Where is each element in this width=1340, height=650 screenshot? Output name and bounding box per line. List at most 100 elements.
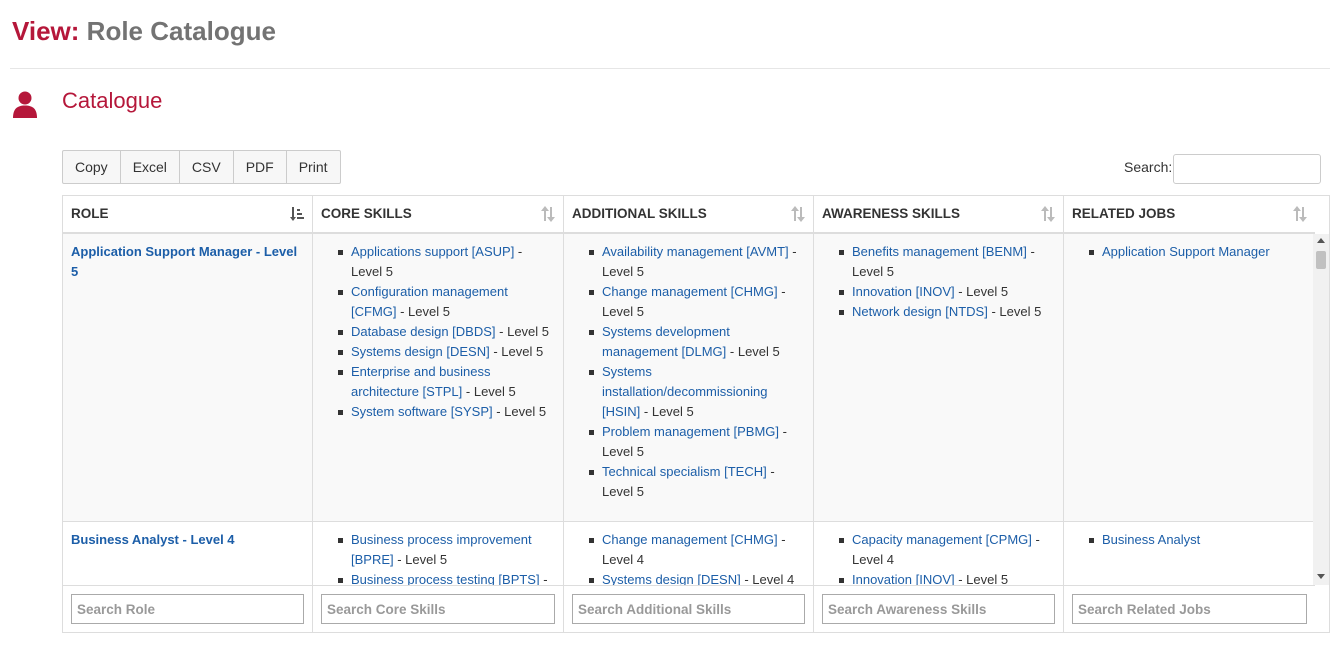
- scroll-down-arrow-icon[interactable]: [1317, 574, 1325, 579]
- column-header-label: RELATED JOBS: [1072, 206, 1176, 221]
- skill-link[interactable]: Availability management [AVMT]: [602, 244, 789, 259]
- role-table: ROLE CORE SKILLS ADDITIONAL SKILLS AWARE…: [62, 195, 1330, 633]
- additional-skills-cell: Availability management [AVMT] - Level 5…: [564, 234, 814, 521]
- skill-link[interactable]: Database design [DBDS]: [351, 324, 496, 339]
- column-header-related-jobs[interactable]: RELATED JOBS: [1064, 196, 1315, 232]
- scroll-thumb[interactable]: [1316, 251, 1326, 269]
- list-item: Applications support [ASUP] - Level 5: [338, 242, 555, 282]
- skill-level: - Level 5: [396, 304, 450, 319]
- list-item: Innovation [INOV] - Level 5: [839, 570, 1055, 585]
- list-item: Systems development management [DLMG] - …: [589, 322, 805, 362]
- skill-level: - Level 5: [462, 384, 516, 399]
- pdf-button[interactable]: PDF: [234, 151, 287, 183]
- role-link[interactable]: Application Support Manager - Level 5: [71, 244, 297, 279]
- list-item: Systems design [DESN] - Level 5: [338, 342, 555, 362]
- search-input[interactable]: [1173, 154, 1321, 184]
- sort-both-icon: [1041, 206, 1055, 222]
- footer-cell: [313, 586, 564, 632]
- skill-level: - Level 5: [495, 324, 550, 339]
- page-title-prefix: View:: [12, 16, 80, 46]
- excel-button[interactable]: Excel: [121, 151, 180, 183]
- table-scrollbar[interactable]: [1313, 234, 1329, 585]
- skill-link[interactable]: Systems design [DESN]: [351, 344, 490, 359]
- table-row: Application Support Manager - Level 5 Ap…: [63, 234, 1315, 522]
- skill-level: - Level 5: [489, 344, 544, 359]
- skill-link[interactable]: Network design [NTDS]: [852, 304, 988, 319]
- skill-link[interactable]: Business process testing [BPTS]: [351, 572, 540, 585]
- skill-link[interactable]: Systems design [DESN]: [602, 572, 741, 585]
- footer-cell: [814, 586, 1064, 632]
- skill-link[interactable]: Capacity management [CPMG]: [852, 532, 1032, 547]
- list-item: Problem management [PBMG] - Level 5: [589, 422, 805, 462]
- search-additional-skills-input[interactable]: [572, 594, 805, 624]
- related-jobs-cell: Application Support Manager: [1064, 234, 1315, 521]
- core-skills-cell: Business process improvement [BPRE] - Le…: [313, 522, 564, 585]
- list-item: Availability management [AVMT] - Level 5: [589, 242, 805, 282]
- search-label: Search:: [1124, 159, 1173, 175]
- column-header-label: CORE SKILLS: [321, 206, 412, 221]
- awareness-skills-cell: Capacity management [CPMG] - Level 4 Inn…: [814, 522, 1064, 585]
- list-item: Change management [CHMG] - Level 5: [589, 282, 805, 322]
- job-link[interactable]: Business Analyst: [1102, 532, 1200, 547]
- skill-link[interactable]: System software [SYSP]: [351, 404, 493, 419]
- table-header: ROLE CORE SKILLS ADDITIONAL SKILLS AWARE…: [63, 196, 1315, 234]
- search-core-skills-input[interactable]: [321, 594, 555, 624]
- skill-level: - Level 4: [740, 572, 795, 585]
- column-header-awareness-skills[interactable]: AWARENESS SKILLS: [814, 196, 1064, 232]
- job-link[interactable]: Application Support Manager: [1102, 244, 1270, 259]
- print-button[interactable]: Print: [287, 151, 340, 183]
- role-link[interactable]: Business Analyst - Level 4: [71, 532, 235, 547]
- list-item: Capacity management [CPMG] - Level 4: [839, 530, 1055, 570]
- role-cell: Business Analyst - Level 4: [63, 522, 313, 585]
- sort-both-icon: [541, 206, 555, 222]
- list-item: Systems installation/decommissioning [HS…: [589, 362, 805, 422]
- sort-both-icon: [791, 206, 805, 222]
- skill-level: - Level 5: [492, 404, 547, 419]
- sort-ascending-icon: [290, 207, 304, 221]
- export-button-group: Copy Excel CSV PDF Print: [62, 150, 341, 184]
- copy-button[interactable]: Copy: [63, 151, 121, 183]
- skill-level: - Level 5: [954, 572, 1009, 585]
- search-awareness-skills-input[interactable]: [822, 594, 1055, 624]
- table-body: Application Support Manager - Level 5 Ap…: [63, 234, 1315, 585]
- list-item: Innovation [INOV] - Level 5: [839, 282, 1055, 302]
- skill-level: - Level 5: [393, 552, 448, 567]
- skill-link[interactable]: Applications support [ASUP]: [351, 244, 514, 259]
- additional-skills-cell: Change management [CHMG] - Level 4 Syste…: [564, 522, 814, 585]
- skill-link[interactable]: Change management [CHMG]: [602, 284, 778, 299]
- user-icon: [13, 91, 37, 118]
- csv-button[interactable]: CSV: [180, 151, 234, 183]
- skill-link[interactable]: Innovation [INOV]: [852, 284, 955, 299]
- skill-link[interactable]: Change management [CHMG]: [602, 532, 778, 547]
- skill-link[interactable]: Benefits management [BENM]: [852, 244, 1027, 259]
- list-item: Network design [NTDS] - Level 5: [839, 302, 1055, 322]
- list-item: Systems design [DESN] - Level 4: [589, 570, 805, 585]
- role-cell: Application Support Manager - Level 5: [63, 234, 313, 521]
- skill-link[interactable]: Problem management [PBMG]: [602, 424, 779, 439]
- list-item: Technical specialism [TECH] - Level 5: [589, 462, 805, 502]
- column-header-core-skills[interactable]: CORE SKILLS: [313, 196, 564, 232]
- column-header-label: ADDITIONAL SKILLS: [572, 206, 707, 221]
- core-skills-cell: Applications support [ASUP] - Level 5 Co…: [313, 234, 564, 521]
- column-header-label: AWARENESS SKILLS: [822, 206, 961, 221]
- skill-link[interactable]: Innovation [INOV]: [852, 572, 955, 585]
- list-item: Business Analyst: [1089, 530, 1307, 550]
- list-item: Database design [DBDS] - Level 5: [338, 322, 555, 342]
- page-title-name: Role Catalogue: [86, 16, 276, 46]
- scroll-up-arrow-icon[interactable]: [1317, 238, 1325, 243]
- search-role-input[interactable]: [71, 594, 304, 624]
- column-header-additional-skills[interactable]: ADDITIONAL SKILLS: [564, 196, 814, 232]
- list-item: Enterprise and business architecture [ST…: [338, 362, 555, 402]
- sort-both-icon: [1293, 206, 1307, 222]
- footer-cell: [63, 586, 313, 632]
- table-footer: [63, 585, 1315, 632]
- list-item: Business process testing [BPTS] -: [338, 570, 555, 585]
- table-row: Business Analyst - Level 4 Business proc…: [63, 522, 1315, 585]
- skill-link[interactable]: Technical specialism [TECH]: [602, 464, 767, 479]
- skill-level: - Level 5: [954, 284, 1009, 299]
- column-header-role[interactable]: ROLE: [63, 196, 313, 232]
- skill-level: - Level 5: [987, 304, 1042, 319]
- skill-link[interactable]: Systems development management [DLMG]: [602, 324, 730, 359]
- list-item: System software [SYSP] - Level 5: [338, 402, 555, 422]
- search-related-jobs-input[interactable]: [1072, 594, 1307, 624]
